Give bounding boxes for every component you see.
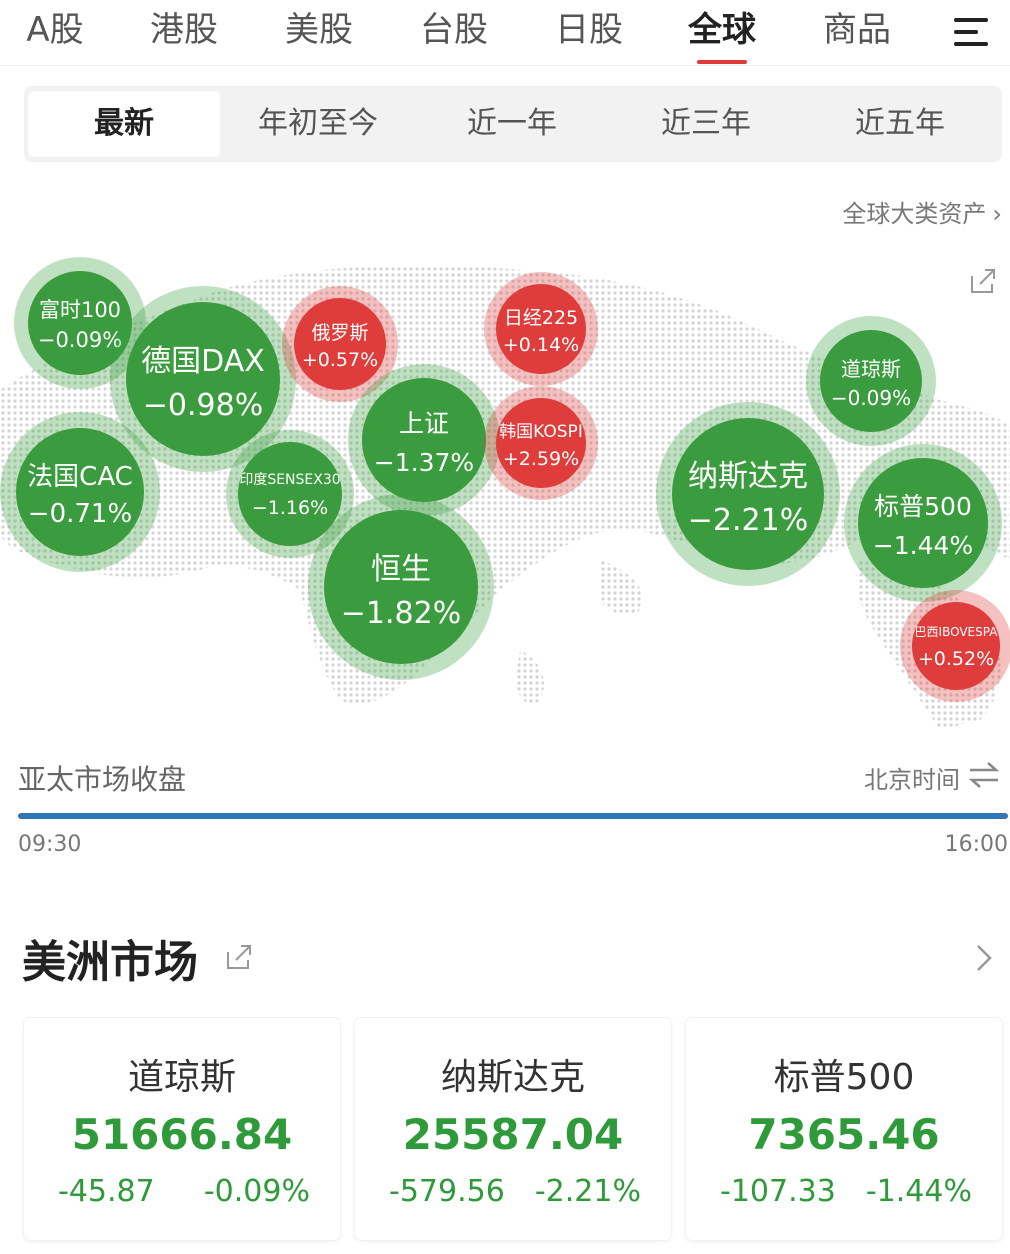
bubble-change: +0.57% [301, 348, 379, 371]
bubble-change: +0.52% [917, 647, 995, 670]
bubble-name: 韩国KOSPI [499, 421, 583, 442]
period-latest[interactable]: 最新 [28, 91, 220, 157]
bubble-name: 俄罗斯 [311, 321, 369, 344]
bubble-kospi[interactable]: 韩国KOSPI +2.59% [484, 386, 598, 500]
bubble-nasdaq[interactable]: 纳斯达克 −2.21% [656, 402, 840, 586]
bubble-name: 恒生 [371, 551, 431, 587]
tab-label: 日股 [555, 10, 623, 50]
bubble-ibovespa[interactable]: 巴西IBOVESPA +0.52% [900, 590, 1010, 702]
tab-tw-shares[interactable]: 台股 [412, 8, 496, 56]
bubble-change: −2.21% [687, 502, 809, 538]
index-name: 标普500 [773, 1057, 915, 1098]
tab-hk-shares[interactable]: 港股 [142, 8, 226, 56]
tab-label: A股 [26, 10, 84, 50]
tab-us-shares[interactable]: 美股 [277, 8, 361, 56]
index-change: -107.33 [720, 1174, 836, 1209]
period-3y[interactable]: 近三年 [610, 91, 802, 157]
bubble-name: 道琼斯 [841, 356, 901, 381]
bubble-name: 上证 [398, 408, 449, 438]
index-name: 纳斯达克 [440, 1057, 585, 1098]
bubble-change: −1.16% [251, 497, 329, 519]
index-price: 51666.84 [71, 1110, 293, 1159]
tab-a-shares[interactable]: A股 [20, 8, 90, 56]
bubble-name: 日经225 [503, 306, 579, 329]
global-assets-label: 全球大类资产 [842, 200, 987, 228]
bubble-change: −1.44% [872, 530, 974, 560]
bubble-name: 德国DAX [141, 343, 265, 379]
period-5y[interactable]: 近五年 [804, 91, 996, 157]
bubble-change: −1.82% [340, 595, 462, 631]
session-progress-fill [18, 813, 1008, 819]
bubble-change: +2.59% [502, 447, 580, 470]
bubble-name: 富时100 [38, 298, 122, 322]
index-change: -579.56 [389, 1174, 505, 1209]
chevron-right-icon: › [992, 200, 1002, 228]
section-title: 美洲市场 [22, 937, 198, 988]
bubble-name: 印度SENSEX30 [239, 472, 341, 488]
bubble-nikkei225[interactable]: 日经225 +0.14% [484, 272, 598, 386]
bubble-shanghai[interactable]: 上证 −1.37% [348, 364, 500, 516]
share-icon[interactable] [224, 942, 254, 972]
global-assets-link[interactable]: 全球大类资产 › [842, 194, 1002, 229]
index-name: 道琼斯 [127, 1057, 236, 1098]
index-card-nasdaq[interactable]: 纳斯达克 25587.04 -579.56 -2.21% [355, 1018, 671, 1240]
bubble-change: +0.14% [502, 333, 580, 356]
bubble-cac[interactable]: 法国CAC −0.71% [0, 412, 160, 572]
tab-global[interactable]: 全球 [680, 8, 764, 64]
timezone-label[interactable]: 北京时间 [864, 760, 960, 795]
index-change-pct: -0.09% [203, 1174, 310, 1209]
active-tab-indicator [697, 60, 747, 64]
index-price: 25587.04 [402, 1110, 624, 1159]
session-progress-bar [18, 813, 1008, 819]
tab-label: 全球 [688, 10, 756, 50]
index-change-pct: -1.44% [865, 1174, 972, 1209]
bubble-sp500[interactable]: 标普500 −1.44% [844, 444, 1002, 602]
period-1y[interactable]: 近一年 [416, 91, 608, 157]
bubble-change: −0.09% [830, 385, 912, 410]
index-card-dow-jones[interactable]: 道琼斯 51666.84 -45.87 -0.09% [24, 1018, 340, 1240]
period-ytd[interactable]: 年初至今 [222, 91, 414, 157]
hamburger-menu-icon[interactable] [954, 18, 988, 46]
tab-label: 港股 [150, 10, 218, 50]
tab-commodities[interactable]: 商品 [815, 8, 899, 56]
period-selector: 最新 年初至今 近一年 近三年 近五年 [24, 86, 1002, 162]
bubble-name: 法国CAC [27, 461, 133, 492]
tab-jp-shares[interactable]: 日股 [547, 8, 631, 56]
bubble-change: −0.98% [142, 387, 264, 423]
index-card-sp500[interactable]: 标普500 7365.46 -107.33 -1.44% [686, 1018, 1002, 1240]
tab-label: 美股 [285, 10, 353, 50]
session-start-time: 09:30 [18, 832, 82, 857]
tab-label: 台股 [420, 10, 488, 50]
session-status: 亚太市场收盘 [18, 763, 187, 796]
americas-cards: 道琼斯 51666.84 -45.87 -0.09% 纳斯达克 25587.04… [24, 1018, 1002, 1240]
swap-arrows-icon[interactable] [968, 760, 1000, 790]
index-price: 7365.46 [748, 1110, 940, 1159]
market-tabs: A股 港股 美股 台股 日股 全球 商品 [0, 0, 1010, 66]
tab-label: 商品 [823, 10, 891, 50]
bubble-dow-jones[interactable]: 道琼斯 −0.09% [806, 316, 936, 446]
chevron-right-icon[interactable] [974, 942, 994, 974]
bubble-name: 标普500 [874, 491, 972, 521]
bubble-change: −1.37% [373, 447, 475, 477]
index-change: -45.87 [58, 1174, 155, 1209]
index-change-pct: -2.21% [534, 1174, 641, 1209]
bubble-change: −0.71% [27, 498, 133, 529]
bubble-name: 巴西IBOVESPA [914, 624, 998, 639]
session-end-time: 16:00 [944, 832, 1008, 857]
share-icon[interactable] [968, 266, 998, 296]
bubble-hangseng[interactable]: 恒生 −1.82% [308, 494, 494, 680]
bubble-name: 纳斯达克 [688, 458, 808, 494]
bubble-change: −0.09% [37, 328, 123, 352]
